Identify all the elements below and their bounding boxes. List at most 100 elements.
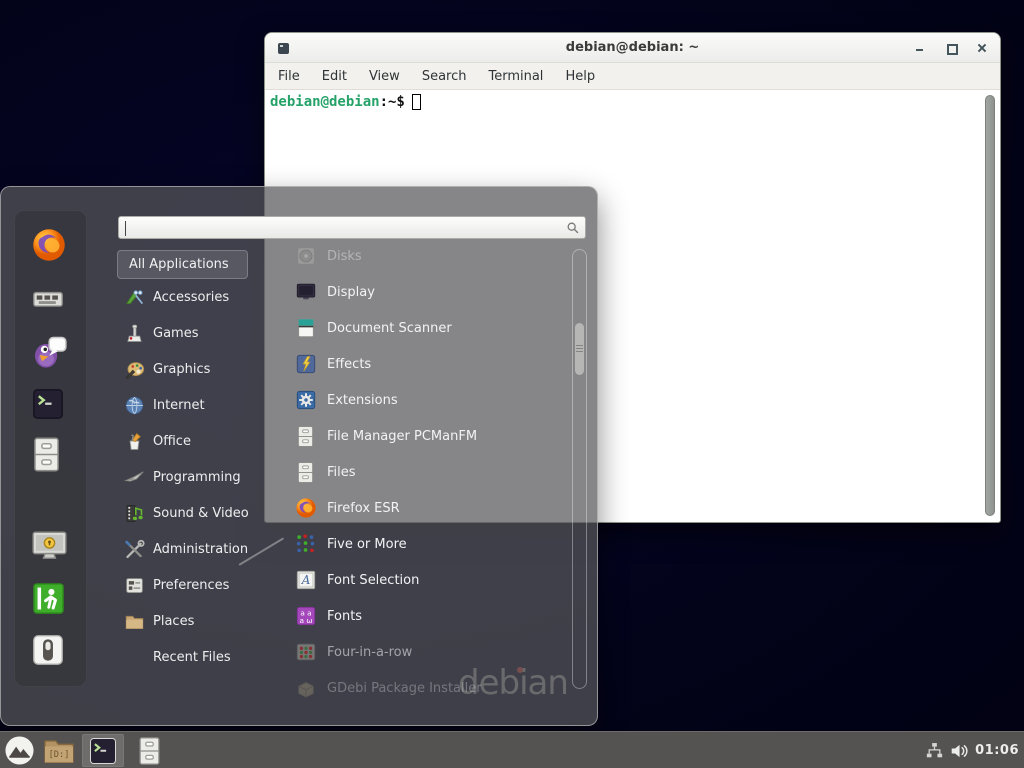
category-graphics[interactable]: Graphics — [117, 351, 272, 387]
search-caret — [125, 221, 126, 236]
terminal-prompt: debian@debian:~$ — [270, 94, 421, 110]
category-sound-video[interactable]: Sound & Video — [117, 495, 272, 531]
svg-text:a ω: a ω — [299, 616, 312, 625]
app-font-selection[interactable]: A Font Selection — [286, 562, 568, 598]
terminal-icon — [31, 387, 65, 421]
desktop: debian debian@debian: ~ File Edit View S… — [0, 0, 1024, 768]
font-selection-icon: A — [294, 569, 317, 592]
category-list: Accessories Games — [117, 279, 272, 675]
log-out-button[interactable] — [31, 581, 66, 616]
favorite-terminal-button[interactable] — [31, 387, 65, 421]
file-cabinet-icon — [137, 736, 162, 766]
menu-search-box — [118, 216, 586, 239]
search-icon — [566, 221, 580, 235]
log-out-icon — [31, 581, 66, 616]
taskbar-file-manager-button[interactable]: [D:] — [42, 734, 76, 767]
taskbar-files-button[interactable] — [132, 734, 166, 767]
file-cabinet-icon — [31, 436, 62, 473]
four-in-a-row-icon — [294, 641, 317, 664]
category-games[interactable]: Games — [117, 315, 272, 351]
disks-icon — [294, 245, 317, 268]
menu-view[interactable]: View — [369, 69, 400, 84]
minimize-button[interactable] — [914, 42, 926, 54]
terminal-titlebar[interactable]: debian@debian: ~ — [265, 33, 1000, 63]
category-preferences[interactable]: Preferences — [117, 567, 272, 603]
terminal-window-title: debian@debian: ~ — [265, 40, 1000, 55]
menu-edit[interactable]: Edit — [322, 69, 347, 84]
lock-screen-icon — [31, 530, 68, 563]
prompt-path: :~$ — [380, 94, 405, 110]
app-extensions[interactable]: Extensions — [286, 382, 568, 418]
app-five-or-more[interactable]: Five or More — [286, 526, 568, 562]
volume-icon[interactable] — [950, 742, 968, 760]
app-fonts[interactable]: a a a ω Fonts — [286, 598, 568, 634]
category-accessories[interactable]: Accessories — [117, 279, 272, 315]
app-firefox-esr[interactable]: Firefox ESR — [286, 490, 568, 526]
category-office[interactable]: Office — [117, 423, 272, 459]
search-input[interactable] — [124, 219, 554, 236]
pidgin-icon — [31, 332, 69, 370]
menu-button-icon — [4, 735, 35, 766]
terminal-window-icon — [278, 43, 289, 54]
network-icon[interactable] — [926, 742, 943, 759]
close-button[interactable] — [976, 42, 988, 54]
document-scanner-icon — [294, 317, 317, 340]
application-menu: All Applications Accessories — [0, 186, 598, 726]
file-cabinet-icon — [294, 461, 317, 484]
office-icon — [123, 430, 145, 452]
menu-file[interactable]: File — [278, 69, 300, 84]
category-administration[interactable]: Administration — [117, 531, 272, 567]
terminal-icon — [88, 736, 118, 766]
terminal-menubar: File Edit View Search Terminal Help — [265, 63, 1000, 90]
maximize-button[interactable] — [945, 42, 957, 54]
fonts-icon: a a a ω — [294, 605, 317, 628]
app-display[interactable]: Display — [286, 274, 568, 310]
favorite-files-button[interactable] — [31, 436, 62, 473]
internet-icon — [123, 394, 145, 416]
app-effects[interactable]: Effects — [286, 346, 568, 382]
app-gdebi-package-installer[interactable]: GDebi Package Installer — [286, 670, 568, 706]
menu-button[interactable] — [3, 734, 36, 767]
app-list-scrollbar[interactable] — [572, 249, 587, 689]
app-document-scanner[interactable]: Document Scanner — [286, 310, 568, 346]
menu-help[interactable]: Help — [565, 69, 595, 84]
menu-search[interactable]: Search — [422, 69, 467, 84]
administration-icon — [123, 538, 145, 560]
display-icon — [294, 281, 317, 304]
firefox-icon — [294, 497, 317, 520]
app-four-in-a-row[interactable]: Four-in-a-row — [286, 634, 568, 670]
extensions-icon — [294, 389, 317, 412]
category-programming[interactable]: Programming — [117, 459, 272, 495]
firefox-icon — [31, 227, 67, 263]
menu-terminal[interactable]: Terminal — [488, 69, 543, 84]
places-icon — [123, 610, 145, 632]
terminal-scrollbar[interactable] — [984, 95, 996, 516]
application-list: Disks Display — [286, 238, 568, 706]
effects-icon — [294, 353, 317, 376]
favorite-pidgin-button[interactable] — [31, 332, 69, 370]
category-recent-files[interactable]: Recent Files — [117, 639, 272, 675]
taskbar-terminal-button-active[interactable] — [82, 734, 124, 767]
gdebi-icon — [294, 677, 317, 700]
app-files[interactable]: Files — [286, 454, 568, 490]
accessories-icon — [123, 286, 145, 308]
five-or-more-icon — [294, 533, 317, 556]
favorite-keyboard-button[interactable] — [31, 282, 65, 316]
terminal-scrollbar-thumb[interactable] — [985, 95, 995, 516]
favorite-firefox-button[interactable] — [31, 227, 67, 263]
app-list-scrollbar-thumb[interactable] — [575, 323, 584, 375]
taskbar: [D:] — [0, 731, 1024, 768]
shutdown-icon — [31, 633, 65, 667]
svg-text:[D:]: [D:] — [49, 750, 70, 760]
category-internet[interactable]: Internet — [117, 387, 272, 423]
app-disks[interactable]: Disks — [286, 238, 568, 274]
app-file-manager-pcmanfm[interactable]: File Manager PCManFM — [286, 418, 568, 454]
prompt-user-host: debian@debian — [270, 94, 380, 110]
shutdown-button[interactable] — [31, 633, 65, 667]
file-cabinet-icon — [294, 425, 317, 448]
folder-icon: [D:] — [43, 737, 75, 765]
taskbar-clock: 01:06 — [975, 743, 1019, 758]
lock-screen-button[interactable] — [31, 530, 68, 563]
category-places[interactable]: Places — [117, 603, 272, 639]
category-all-applications[interactable]: All Applications — [117, 250, 248, 279]
